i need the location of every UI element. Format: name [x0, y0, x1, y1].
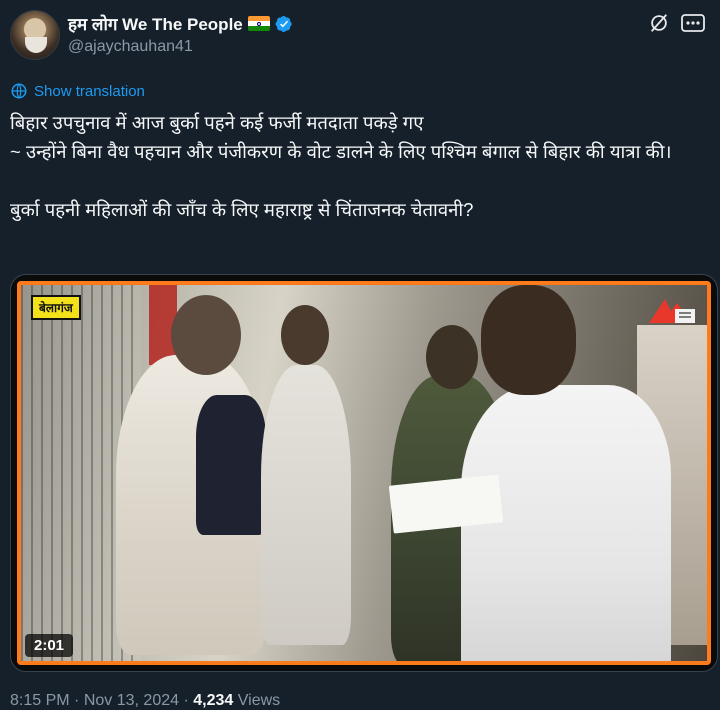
- person-white-shirt: [261, 365, 351, 645]
- tweet-text: बिहार उपचुनाव में आज बुर्का पहने कई फर्ज…: [10, 108, 715, 224]
- globe-icon: [11, 83, 27, 99]
- verified-badge-icon[interactable]: [275, 15, 293, 33]
- video-frame[interactable]: बेलागंज: [17, 281, 711, 665]
- grok-button[interactable]: [646, 10, 672, 36]
- india-flag-icon: [247, 16, 270, 31]
- person-white-shirt-head: [281, 305, 329, 365]
- more-options-button[interactable]: [678, 10, 708, 36]
- grok-icon: [650, 14, 668, 32]
- author-name-row: हम लोग We The People: [68, 12, 293, 35]
- views-count: 4,234: [193, 692, 234, 709]
- author-display-name[interactable]: हम लोग We The People: [68, 12, 243, 35]
- tweet-time[interactable]: 8:15 PM: [10, 692, 70, 709]
- person-dark-garment: [196, 395, 266, 535]
- author-handle[interactable]: @ajaychauhan41: [68, 38, 193, 56]
- tweet-line: बिहार उपचुनाव में आज बुर्का पहने कई फर्ज…: [10, 112, 424, 133]
- person-burqa-head: [171, 295, 241, 375]
- tweet-meta: 8:15 PM · Nov 13, 2024 · 4,234 Views: [10, 692, 280, 710]
- meta-separator: ·: [183, 692, 189, 709]
- tweet-date[interactable]: Nov 13, 2024: [84, 692, 179, 709]
- person-official-head: [481, 285, 576, 395]
- more-icon: [681, 14, 705, 32]
- video-duration: 2:01: [25, 634, 74, 657]
- video-player[interactable]: बेलागंज 2:01: [10, 274, 718, 672]
- show-translation-label[interactable]: Show translation: [34, 83, 145, 100]
- views-label: Views: [237, 692, 281, 709]
- person-soldier-head: [426, 325, 478, 389]
- tweet-line: बुर्का पहनी महिलाओं की जाँच के लिए महारा…: [10, 199, 474, 220]
- person-official: [461, 385, 671, 661]
- channel-logo-icon: [649, 299, 695, 323]
- tweet-line: ~ उन्होंने बिना वैध पहचान और पंजीकरण के …: [10, 141, 672, 162]
- tweet-header: हम लोग We The People @ajaychauhan41: [10, 8, 710, 64]
- meta-separator: ·: [74, 692, 80, 709]
- show-translation-link[interactable]: Show translation: [10, 82, 145, 100]
- location-watermark: बेलागंज: [31, 295, 81, 320]
- avatar[interactable]: [10, 10, 60, 60]
